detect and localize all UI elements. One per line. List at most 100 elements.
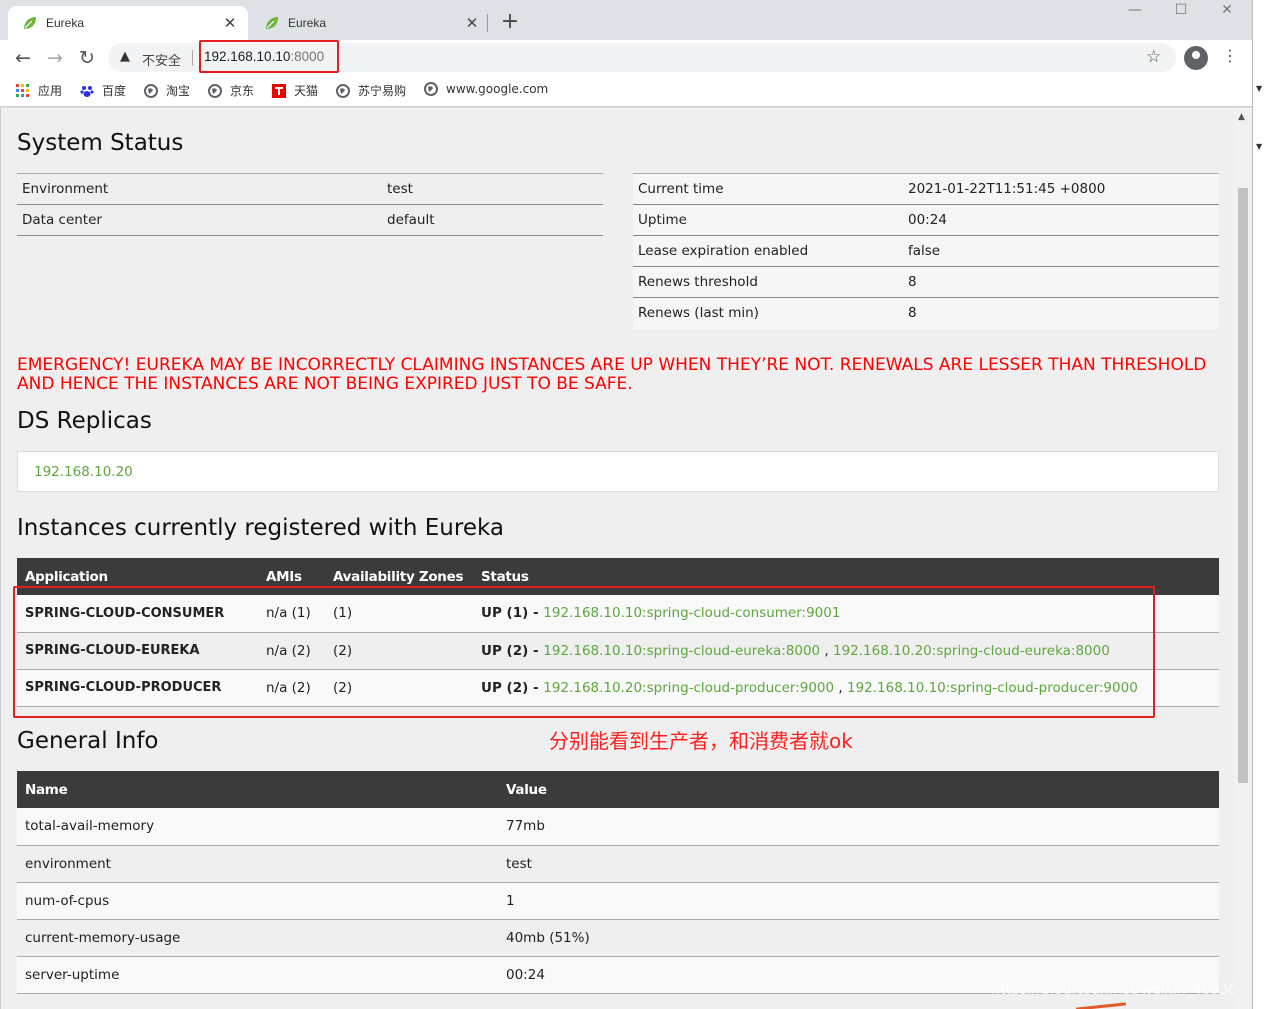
replica-link[interactable]: 192.168.10.20 [34, 464, 133, 480]
app-name: SPRING-CLOUD-EUREKA [17, 632, 258, 670]
globe-icon [144, 83, 158, 98]
address-bar[interactable]: ▲ 不安全 192.168.10.10:8000 ☆ [108, 40, 1176, 73]
table-row: SPRING-CLOUD-PRODUCER n/a (2) (2) UP (2)… [17, 669, 1219, 707]
bookmarks-bar: 应用 百度 淘宝 京东 天猫 苏宁易购 www.google.com [0, 75, 1252, 107]
maximize-icon[interactable]: ☐ [1158, 2, 1204, 18]
instances-title: Instances currently registered with Eure… [17, 515, 504, 541]
tmall-icon [272, 83, 286, 98]
zones: (2) [325, 632, 473, 670]
forward-icon[interactable]: → [44, 47, 66, 69]
back-icon[interactable]: ← [12, 47, 34, 69]
status-value: 8 [903, 297, 1219, 329]
globe-icon [424, 82, 438, 96]
bookmark-tmall[interactable]: 天猫 [272, 82, 318, 99]
bookmark-jd[interactable]: 京东 [208, 82, 254, 99]
new-tab-button[interactable]: + [499, 9, 521, 34]
status-value: 8 [903, 266, 1219, 298]
window-close-icon[interactable]: ✕ [1204, 2, 1250, 18]
app-name: SPRING-CLOUD-PRODUCER [17, 669, 258, 707]
info-name: total-avail-memory [17, 808, 498, 846]
minimize-icon[interactable]: — [1112, 2, 1158, 18]
menu-kebab-icon[interactable]: ⋮ [1222, 46, 1238, 65]
warning-triangle-icon[interactable]: ▲ [120, 49, 130, 64]
status-up: UP (1) - [481, 605, 544, 622]
amis: n/a (2) [258, 632, 325, 670]
bookmark-label: 京东 [230, 84, 255, 98]
column-header: AMIs [258, 558, 325, 595]
status-up: UP (2) - [481, 679, 544, 696]
ds-replicas-box: 192.168.10.20 [17, 451, 1219, 492]
general-header-row: Name Value [17, 771, 1219, 808]
general-info-title: General Info [17, 728, 159, 754]
omnibox-separator [192, 50, 193, 66]
url-text[interactable]: 192.168.10.10:8000 [204, 49, 324, 64]
instance-link[interactable]: 192.168.10.20:spring-cloud-eureka:8000 [833, 643, 1110, 659]
instance-link[interactable]: 192.168.10.10:spring-cloud-producer:9000 [847, 680, 1138, 696]
browser-toolbar: ← → ↻ ▲ 不安全 192.168.10.10:8000 ☆ ⋮ [0, 40, 1252, 75]
status-value: 2021-01-22T11:51:45 +0800 [903, 173, 1219, 205]
tab-eureka-2[interactable]: Eureka ✕ [250, 6, 490, 40]
page-viewport: System Status Environment test Data cente… [0, 108, 1234, 1009]
security-label[interactable]: 不安全 [142, 50, 181, 69]
zones: (2) [325, 669, 473, 707]
annotation-text: 分别能看到生产者，和消费者就ok [549, 729, 853, 753]
status-row: Current time 2021-01-22T11:51:45 +0800 [633, 173, 1219, 205]
env-row: Environment test [17, 173, 603, 205]
status-row: Renews threshold 8 [633, 266, 1219, 298]
instance-link[interactable]: 192.168.10.10:spring-cloud-eureka:8000 [543, 643, 820, 659]
tab-close-icon[interactable]: ✕ [464, 14, 480, 32]
bookmark-suning[interactable]: 苏宁易购 [336, 82, 406, 99]
bookmark-label: 应用 [38, 84, 63, 98]
instances-table: Application AMIs Availability Zones Stat… [17, 558, 1219, 707]
globe-icon [208, 83, 222, 98]
url-port: :8000 [290, 49, 325, 64]
bookmark-taobao[interactable]: 淘宝 [144, 82, 190, 99]
zones: (1) [325, 595, 473, 633]
bookmark-label: 天猫 [294, 84, 319, 98]
scroll-down-arrow-icon[interactable]: ▼ [1256, 142, 1262, 151]
tab-close-icon[interactable]: ✕ [222, 14, 238, 32]
bookmark-label: 苏宁易购 [358, 84, 407, 98]
instance-link[interactable]: 192.168.10.10:spring-cloud-consumer:9001 [543, 605, 840, 621]
tab-eureka-1[interactable]: Eureka ✕ [8, 6, 248, 40]
table-row: current-memory-usage 40mb (51%) [17, 919, 1219, 957]
info-name: server-uptime [17, 956, 498, 994]
info-value: 77mb [498, 808, 1219, 846]
bookmark-google[interactable]: www.google.com [424, 82, 548, 96]
status-key: Renews threshold [633, 266, 903, 298]
scroll-thumb[interactable] [1238, 188, 1248, 783]
instance-link[interactable]: 192.168.10.20:spring-cloud-producer:9000 [543, 680, 834, 696]
env-value: default [382, 204, 603, 236]
reload-icon[interactable]: ↻ [76, 47, 98, 69]
bookmark-label: 淘宝 [166, 84, 191, 98]
env-key: Data center [17, 204, 382, 236]
env-key: Environment [17, 173, 382, 205]
tab-title: Eureka [288, 16, 327, 30]
status-key: Uptime [633, 204, 903, 236]
emergency-warning: EMERGENCY! EUREKA MAY BE INCORRECTLY CLA… [17, 355, 1207, 394]
general-info-table: Name Value total-avail-memory 77mb enviro… [17, 771, 1219, 994]
column-header: Application [17, 558, 258, 595]
status-up: UP (2) - [481, 642, 544, 659]
spring-leaf-icon [24, 17, 36, 29]
amis: n/a (2) [258, 669, 325, 707]
info-value: 40mb (51%) [498, 919, 1219, 957]
globe-icon [336, 83, 350, 98]
scroll-up-arrow-icon[interactable]: ▲ [1238, 112, 1245, 122]
column-header: Name [17, 771, 498, 808]
apps-grid-icon [16, 83, 29, 97]
bookmark-apps[interactable]: 应用 [16, 82, 62, 99]
environment-table: Environment test Data center default [17, 173, 603, 236]
status-value: false [903, 235, 1219, 267]
bookmark-baidu[interactable]: 百度 [80, 82, 126, 99]
instances-header-row: Application AMIs Availability Zones Stat… [17, 558, 1219, 595]
info-name: num-of-cpus [17, 882, 498, 920]
info-name: current-memory-usage [17, 919, 498, 957]
tab-title: Eureka [46, 16, 85, 30]
bookmark-star-icon[interactable]: ☆ [1146, 47, 1161, 67]
profile-avatar-icon[interactable] [1184, 46, 1208, 70]
table-row: total-avail-memory 77mb [17, 808, 1219, 846]
scroll-down-arrow-icon[interactable]: ▼ [1256, 84, 1262, 93]
page-scrollbar[interactable]: ▲ [1234, 108, 1252, 1009]
status-cell: UP (2) - 192.168.10.20:spring-cloud-prod… [473, 669, 1219, 707]
